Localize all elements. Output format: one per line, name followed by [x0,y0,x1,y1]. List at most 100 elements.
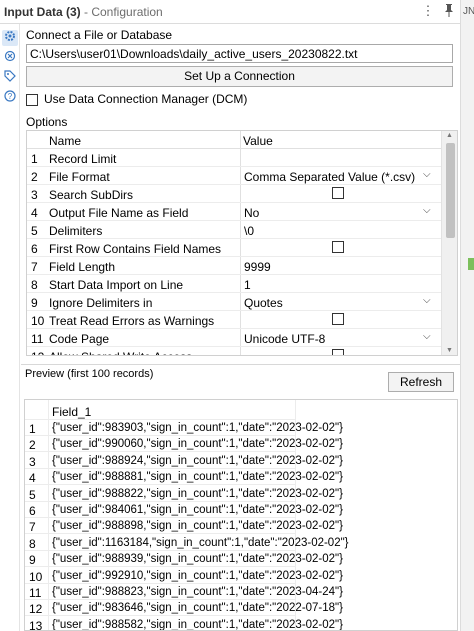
option-row[interactable]: 12Allow Shared Write Access [27,347,441,355]
option-row[interactable]: 10 Treat Read Errors as Warnings [27,311,441,329]
option-row[interactable]: 6 First Row Contains Field Names [27,239,441,257]
option-checkbox[interactable] [332,187,344,199]
option-row[interactable]: 11 Code Page Unicode UTF-8 ⌵ [27,329,441,347]
row-number: 13 [29,618,43,631]
scroll-up-icon[interactable]: ▲ [446,132,453,139]
option-checkbox[interactable] [332,241,344,253]
row-number: 7 [29,520,36,535]
options-scrollbar[interactable]: ▲ ▼ [441,131,457,355]
table-row[interactable]: 10 {"user_id":992910,"sign_in_count":1,"d… [25,568,343,584]
table-row[interactable]: 6 {"user_id":984061,"sign_in_count":1,"da… [25,502,343,518]
gear-icon[interactable] [2,30,18,46]
option-row[interactable]: 9 Ignore Delimiters in Quotes ⌵ [27,293,441,311]
option-name: Search SubDirs [49,188,134,202]
dcm-label: Use Data Connection Manager (DCM) [44,92,248,106]
dcm-option: Use Data Connection Manager (DCM) [26,92,247,106]
option-row-number: 7 [31,260,38,274]
pin-icon[interactable] [441,3,457,19]
row-number: 9 [29,553,36,568]
chevron-down-icon[interactable]: ⌵ [423,205,431,216]
panel-titlebar: Input Data (3) - Configuration ⋮ [0,0,474,24]
option-name: Record Limit [49,152,117,166]
table-row[interactable]: 12 {"user_id":983646,"sign_in_count":1,"d… [25,600,343,617]
option-value[interactable]: \0 [244,224,254,238]
record-cell[interactable]: {"user_id":988822,"sign_in_count":1,"dat… [52,488,343,500]
record-cell[interactable]: {"user_id":990060,"sign_in_count":1,"dat… [52,438,343,450]
table-row[interactable]: 5 {"user_id":988822,"sign_in_count":1,"da… [25,486,343,502]
option-row[interactable]: 5 Delimiters \0 [27,221,441,239]
record-cell[interactable]: {"user_id":988881,"sign_in_count":1,"dat… [52,471,343,483]
record-cell[interactable]: {"user_id":988924,"sign_in_count":1,"dat… [52,455,343,467]
option-name: Start Data Import on Line [49,278,184,292]
preview-divider[interactable] [21,364,460,365]
option-row[interactable]: 7 Field Length 9999 [27,257,441,275]
record-cell[interactable]: {"user_id":988939,"sign_in_count":1,"dat… [52,553,343,565]
record-cell[interactable]: {"user_id":984061,"sign_in_count":1,"dat… [52,504,343,516]
option-row[interactable]: 2 File Format Comma Separated Value (*.csv… [27,167,441,185]
file-path-input[interactable] [26,44,453,63]
option-name: Ignore Delimiters in [49,296,153,310]
scroll-thumb[interactable] [446,143,455,238]
option-value[interactable]: 9999 [244,260,271,274]
row-number: 8 [29,536,36,551]
row-number: 2 [29,438,36,453]
chevron-down-icon[interactable]: ⌵ [423,295,431,306]
option-name: Output File Name as Field [49,206,189,220]
record-cell[interactable]: {"user_id":988823,"sign_in_count":1,"dat… [52,586,343,598]
scroll-down-icon[interactable]: ▼ [446,347,453,354]
more-vertical-icon[interactable]: ⋮ [420,3,436,19]
row-number: 6 [29,504,36,518]
option-dropdown-value[interactable]: Unicode UTF-8 [244,332,325,346]
table-row[interactable]: 7 {"user_id":988898,"sign_in_count":1,"da… [25,518,343,535]
option-name: Delimiters [49,224,103,238]
option-dropdown-value[interactable]: Quotes [244,296,283,310]
tag-icon[interactable] [2,70,18,86]
connect-label: Connect a File or Database [26,28,173,42]
table-row[interactable]: 13 {"user_id":988582,"sign_in_count":1,"d… [25,617,343,631]
row-number: 11 [29,586,42,600]
option-name: Treat Read Errors as Warnings [49,314,215,328]
table-row[interactable]: 9 {"user_id":988939,"sign_in_count":1,"da… [25,551,343,568]
options-grid: Name Value 1 Record Limit 2 File Format Comm… [26,130,458,356]
record-cell[interactable]: {"user_id":988582,"sign_in_count":1,"dat… [52,619,343,630]
preview-grid: Field_1 1 {"user_id":983903,"sign_in_coun… [24,399,458,631]
chevron-down-icon[interactable]: ⌵ [423,169,431,180]
option-row-number: 6 [31,242,38,256]
option-value[interactable]: 1 [244,278,251,292]
setup-connection-button[interactable]: Set Up a Connection [26,66,453,87]
option-checkbox[interactable] [332,313,344,325]
row-number: 4 [29,471,36,486]
table-row[interactable]: 4 {"user_id":988881,"sign_in_count":1,"da… [25,469,343,486]
svg-text:?: ? [8,92,13,101]
options-header: Name Value [27,131,441,149]
record-cell[interactable]: {"user_id":983646,"sign_in_count":1,"dat… [52,602,343,614]
chevron-down-icon[interactable]: ⌵ [423,331,431,342]
option-row[interactable]: 8 Start Data Import on Line 1 [27,275,441,293]
option-row[interactable]: 3 Search SubDirs [27,185,441,203]
connection-icon[interactable] [2,50,18,66]
col-value-header: Value [243,134,273,148]
preview-header: Field_1 [25,400,295,420]
panel-subtitle: - Configuration [80,5,163,19]
record-cell[interactable]: {"user_id":1163184,"sign_in_count":1,"da… [52,537,349,549]
option-row[interactable]: 4 Output File Name as Field No ⌵ [27,203,441,221]
table-row[interactable]: 11 {"user_id":988823,"sign_in_count":1,"d… [25,584,343,600]
dcm-checkbox[interactable] [26,93,38,106]
record-cell[interactable]: {"user_id":988898,"sign_in_count":1,"dat… [52,520,343,532]
option-checkbox[interactable] [332,349,344,355]
option-row[interactable]: 1 Record Limit [27,149,441,167]
table-row[interactable]: 3 {"user_id":988924,"sign_in_count":1,"da… [25,453,343,469]
preview-column-header[interactable]: Field_1 [52,405,91,419]
table-row[interactable]: 2 {"user_id":990060,"sign_in_count":1,"da… [25,436,343,453]
record-cell[interactable]: {"user_id":983903,"sign_in_count":1,"dat… [52,422,343,434]
record-cell[interactable]: {"user_id":992910,"sign_in_count":1,"dat… [52,570,343,582]
option-name: Code Page [49,332,110,346]
option-dropdown-value[interactable]: Comma Separated Value (*.csv) [244,170,415,184]
row-number: 5 [29,487,36,502]
table-row[interactable]: 8 {"user_id":1163184,"sign_in_count":1,"d… [25,535,349,551]
refresh-button[interactable]: Refresh [388,372,454,392]
help-icon[interactable]: ? [2,90,18,106]
option-dropdown-value[interactable]: No [244,206,259,220]
option-row-number: 12 [31,350,47,355]
table-row[interactable]: 1 {"user_id":983903,"sign_in_count":1,"da… [25,420,343,436]
